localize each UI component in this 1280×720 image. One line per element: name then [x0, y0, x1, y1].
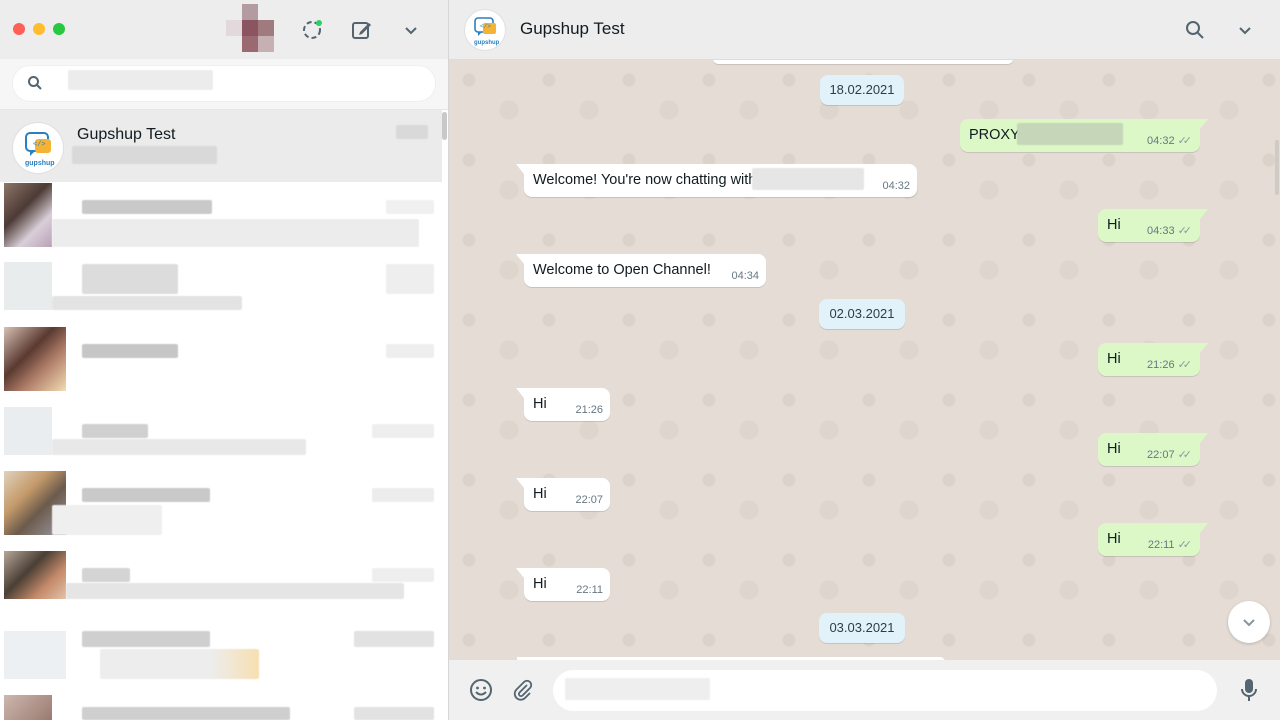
conversation-title[interactable]: Gupshup Test	[520, 19, 625, 39]
chat-list-sidebar: </> gupshup Gupshup Test	[0, 0, 449, 720]
message-bubble-incoming[interactable]: Hi 21:26	[516, 388, 610, 421]
message-time: 22:07	[575, 494, 603, 506]
chevron-down-icon[interactable]	[1231, 16, 1259, 44]
chat-list-item-active[interactable]	[0, 110, 442, 182]
message-text: Hi	[1107, 351, 1121, 367]
message-time: 22:11	[1147, 539, 1175, 551]
double-check-icon: ✓✓	[1177, 359, 1193, 371]
svg-text:gupshup: gupshup	[474, 40, 500, 46]
chat-title: Gupshup Test	[77, 126, 176, 143]
zoom-window-button[interactable]	[53, 23, 65, 35]
message-scrollbar[interactable]	[1275, 140, 1279, 195]
message-time: 04:34	[731, 270, 759, 282]
close-window-button[interactable]	[13, 23, 25, 35]
redacted-text	[1017, 123, 1123, 145]
chat-avatar: </> gupshup	[12, 122, 64, 174]
scroll-to-bottom-button[interactable]	[1228, 601, 1270, 643]
message-bubble-incoming[interactable]: Welcome to Open Channel! 04:34	[516, 254, 766, 287]
message-text: Hi	[1107, 217, 1121, 233]
search-icon[interactable]	[1181, 16, 1209, 44]
message-text: Welcome! You're now chatting with	[533, 172, 757, 188]
chat-list-item[interactable]	[0, 327, 442, 391]
double-check-icon: ✓✓	[1177, 135, 1193, 147]
chat-list-item[interactable]	[0, 262, 442, 326]
chat-list-item[interactable]	[0, 183, 442, 255]
chat-list-item[interactable]	[0, 695, 442, 720]
compose-icon[interactable]	[348, 16, 376, 44]
date-divider: 03.03.2021	[819, 613, 905, 643]
double-check-icon: ✓✓	[1177, 449, 1193, 461]
message-time: 21:26	[1147, 359, 1175, 371]
message-bubble-outgoing[interactable]: Hi 21:26 ✓✓	[1098, 343, 1208, 376]
message-text: Hi	[1107, 441, 1121, 457]
message-text: PROXY	[969, 127, 1020, 143]
search-placeholder-redacted	[68, 70, 213, 90]
double-check-icon: ✓✓	[1177, 225, 1193, 237]
date-divider: 18.02.2021	[820, 75, 904, 105]
message-text: Hi	[533, 396, 547, 412]
redacted-text	[752, 168, 864, 190]
chevron-down-icon	[1243, 619, 1255, 627]
chat-preview-redacted	[72, 146, 217, 164]
emoji-icon[interactable]	[467, 676, 495, 704]
message-text: Hi	[533, 486, 547, 502]
chat-list-item[interactable]	[0, 471, 442, 535]
svg-text:gupshup: gupshup	[25, 160, 55, 167]
input-placeholder-redacted	[565, 678, 710, 700]
message-time: 22:11	[576, 584, 603, 596]
message-bubble-outgoing[interactable]: PROXY 04:32 ✓✓	[960, 119, 1208, 152]
message-time: 04:32	[882, 180, 910, 192]
message-text: Welcome to Open Channel!	[533, 262, 711, 278]
sidebar-scrollbar[interactable]	[442, 112, 447, 140]
status-icon[interactable]	[298, 16, 326, 44]
paperclip-icon[interactable]	[509, 676, 537, 704]
minimize-window-button[interactable]	[33, 23, 45, 35]
message-bubble-clipped	[713, 60, 1013, 64]
microphone-icon[interactable]	[1235, 676, 1263, 704]
message-text: Hi	[1107, 531, 1121, 547]
message-bubble-incoming[interactable]: Welcome! You're now chatting with 04:32	[516, 164, 917, 197]
message-time: 21:26	[575, 404, 603, 416]
message-bubble-outgoing[interactable]: Hi 04:33 ✓✓	[1098, 209, 1208, 242]
search-icon	[26, 74, 44, 92]
message-bubble-incoming[interactable]: Hi 22:07	[516, 478, 610, 511]
message-pane[interactable]: 18.02.2021 PROXY 04:32 ✓✓ Welcome! You're…	[449, 60, 1280, 660]
svg-text:</>: </>	[480, 23, 491, 30]
message-time: 04:32	[1147, 135, 1175, 147]
double-check-icon: ✓✓	[1177, 539, 1193, 551]
message-bubble-outgoing[interactable]: Hi 22:11 ✓✓	[1098, 523, 1208, 556]
message-time: 04:33	[1147, 225, 1175, 237]
chat-time-redacted	[396, 125, 428, 139]
svg-text:</>: </>	[33, 141, 46, 149]
message-bubble-outgoing[interactable]: Hi 22:07 ✓✓	[1098, 433, 1208, 466]
chat-list-item[interactable]	[0, 631, 442, 679]
date-divider: 02.03.2021	[819, 299, 905, 329]
profile-avatar[interactable]	[226, 4, 274, 52]
chevron-down-icon[interactable]	[397, 16, 425, 44]
chat-list-item[interactable]	[0, 551, 442, 601]
conversation-avatar[interactable]: </> gupshup	[464, 9, 506, 51]
chat-list-item[interactable]	[0, 407, 442, 457]
message-text: Hi	[533, 576, 547, 592]
message-time: 22:07	[1147, 449, 1175, 461]
message-bubble-incoming[interactable]: Hi 22:11	[516, 568, 610, 601]
sidebar-header	[0, 0, 448, 60]
